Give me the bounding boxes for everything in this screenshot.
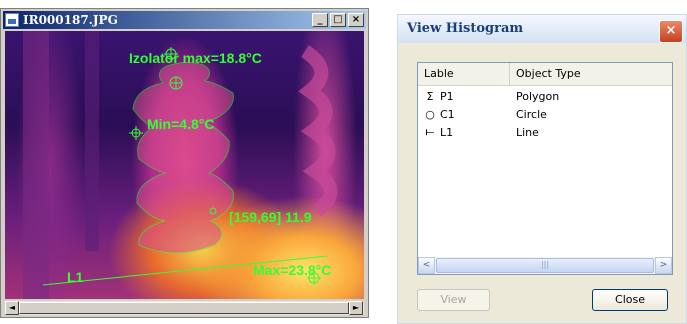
scroll-right-button[interactable]: ► bbox=[349, 301, 363, 315]
thermal-overlay bbox=[23, 31, 338, 299]
view-button[interactable]: View bbox=[417, 289, 490, 311]
circle-icon: ○ bbox=[425, 107, 435, 121]
list-item[interactable]: ○ C1 Circle bbox=[418, 105, 672, 123]
min-label: Min=4.8°C bbox=[147, 116, 215, 132]
image-window-title: IR000187.JPG bbox=[23, 13, 118, 27]
star-marker bbox=[169, 76, 183, 90]
insulator-polygon[interactable] bbox=[132, 61, 235, 254]
row-label: L1 bbox=[440, 125, 454, 139]
object-list[interactable]: Lable Object Type Σ P1 Polygon ○ C1 Circ… bbox=[417, 62, 673, 275]
list-scroll-right-button[interactable]: > bbox=[655, 257, 672, 274]
minimize-button[interactable]: _ bbox=[312, 13, 328, 27]
row-label: P1 bbox=[440, 89, 454, 103]
insulator-max-label: Izolator max=18.8°C bbox=[129, 50, 262, 66]
scroll-left-button[interactable]: ◄ bbox=[5, 301, 19, 315]
polygon-icon: Σ bbox=[426, 89, 434, 103]
row-label-cell: ○ C1 bbox=[418, 108, 510, 121]
list-horizontal-scrollbar[interactable]: < ||| > bbox=[418, 257, 672, 274]
thermal-image[interactable]: Izolator max=18.8°C Min=4.8°C [159,69] 1… bbox=[5, 31, 364, 299]
dialog-titlebar[interactable]: View Histogram × bbox=[398, 15, 686, 43]
close-dialog-button[interactable]: Close bbox=[592, 289, 668, 311]
image-horizontal-scrollbar[interactable]: ◄ ► bbox=[5, 301, 364, 315]
list-header: Lable Object Type bbox=[418, 63, 672, 86]
row-type: Polygon bbox=[516, 89, 560, 103]
pole-left bbox=[23, 31, 49, 299]
right-insulator bbox=[298, 45, 338, 217]
pole-mid bbox=[85, 31, 99, 251]
window-controls: _ □ × bbox=[312, 13, 364, 27]
column-header-label[interactable]: Lable bbox=[418, 63, 510, 85]
image-file-icon bbox=[5, 13, 19, 27]
maximize-button[interactable]: □ bbox=[330, 13, 346, 27]
dialog-close-icon[interactable]: × bbox=[659, 20, 683, 43]
close-button[interactable]: × bbox=[348, 13, 364, 27]
list-scroll-left-button[interactable]: < bbox=[418, 257, 435, 274]
row-type: Circle bbox=[516, 107, 547, 121]
view-histogram-dialog: View Histogram × Lable Object Type Σ P1 … bbox=[397, 14, 687, 324]
min-crosshair bbox=[129, 126, 143, 140]
row-label-cell: Σ P1 bbox=[418, 90, 510, 103]
image-window: IR000187.JPG _ □ × Izolator max=18.8°C M… bbox=[0, 8, 369, 318]
row-label-cell: ⟝ L1 bbox=[418, 125, 510, 139]
max-label: Max=23.8°C bbox=[253, 262, 332, 278]
list-item[interactable]: Σ P1 Polygon bbox=[418, 87, 672, 105]
scroll-thumb[interactable] bbox=[19, 302, 349, 314]
image-window-titlebar[interactable]: IR000187.JPG _ □ × bbox=[3, 11, 366, 29]
column-header-object-type[interactable]: Object Type bbox=[510, 63, 672, 85]
row-type: Line bbox=[516, 125, 539, 139]
row-label: C1 bbox=[440, 107, 455, 121]
line-l1-label: L1 bbox=[67, 269, 84, 285]
coord-label: [159,69] 11.9 bbox=[229, 209, 312, 225]
list-scroll-thumb[interactable]: ||| bbox=[436, 258, 654, 273]
list-item[interactable]: ⟝ L1 Line bbox=[418, 123, 672, 141]
line-icon: ⟝ bbox=[425, 125, 435, 138]
dialog-title: View Histogram bbox=[407, 21, 524, 36]
